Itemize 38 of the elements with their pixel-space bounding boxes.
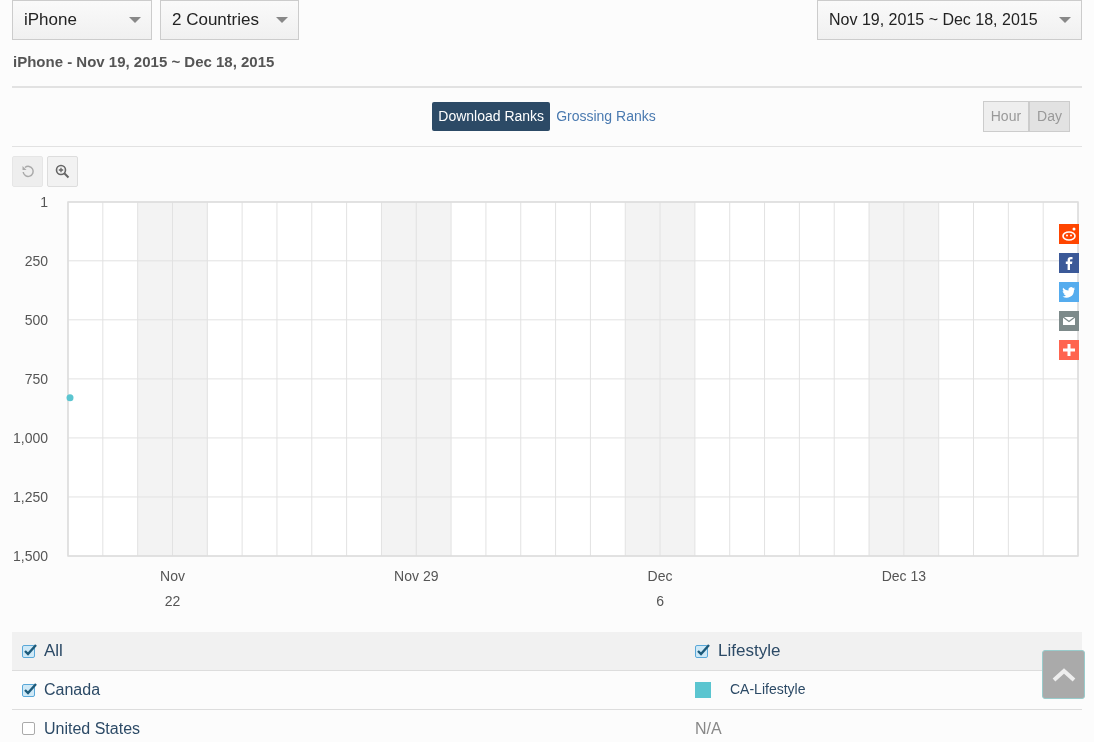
filter-dropdown[interactable]: 2 Countries [160, 0, 299, 40]
chevron-up-icon [1050, 666, 1077, 683]
x-axis-label: Nov 29 [394, 567, 439, 584]
reddit-icon[interactable] [1059, 224, 1079, 244]
value-text: N/A [695, 718, 722, 739]
date-range-dropdown[interactable]: Nov 19, 2015 ~ Dec 18, 2015 [817, 0, 1082, 40]
rank-tab[interactable]: Download Ranks [432, 102, 551, 131]
checkbox[interactable] [22, 721, 37, 736]
email-icon[interactable] [1059, 311, 1079, 331]
column-label: Lifestyle [718, 639, 781, 662]
y-axis-label: 1 [40, 193, 48, 210]
facebook-icon[interactable] [1059, 253, 1079, 273]
y-axis-label: 1,250 [12, 488, 48, 505]
country-label: United States [44, 718, 141, 739]
page-heading: iPhone - Nov 19, 2015 ~ Dec 18, 2015 [13, 52, 276, 72]
rank-tab[interactable]: Grossing Ranks [550, 102, 662, 131]
checkbox[interactable] [22, 682, 37, 697]
zoom-button[interactable] [47, 155, 78, 187]
scroll-to-top-button[interactable] [1042, 650, 1085, 699]
bird-icon[interactable] [1059, 282, 1079, 302]
checkbox[interactable] [695, 643, 710, 658]
checkbox[interactable] [22, 643, 37, 658]
country-label: Canada [44, 679, 101, 700]
reset-icon [20, 164, 35, 178]
y-axis-label: 500 [24, 311, 48, 328]
y-axis-label: 250 [24, 252, 48, 269]
filter-dropdown[interactable]: iPhone [12, 0, 152, 40]
y-axis-label: 1,000 [12, 429, 48, 446]
y-axis-label: 1,500 [12, 547, 48, 564]
plus-icon[interactable] [1059, 340, 1079, 360]
x-axis-label: Dec 6 [647, 567, 673, 609]
data-point [66, 393, 74, 401]
x-axis-label: Dec 13 [881, 567, 927, 584]
row-label: All [44, 639, 63, 662]
y-axis-label: 750 [24, 370, 48, 387]
zoom-in-icon [55, 163, 70, 179]
x-axis-label: Nov 22 [160, 567, 185, 609]
series-label: CA-Lifestyle [730, 680, 806, 699]
